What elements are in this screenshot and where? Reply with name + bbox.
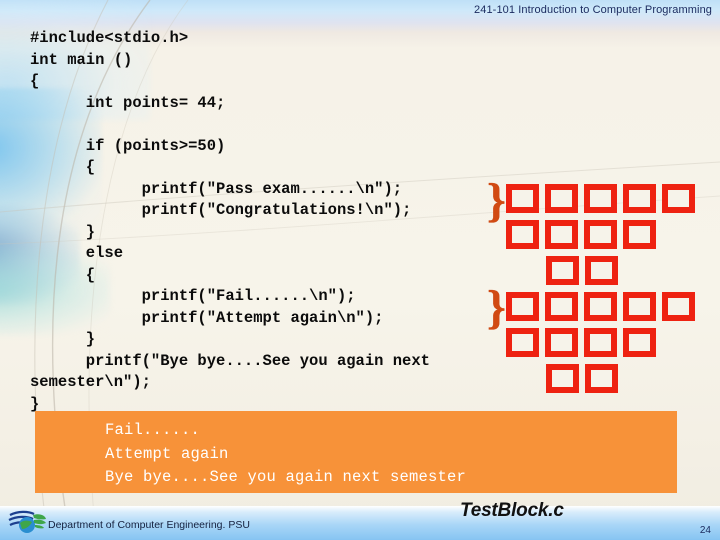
code-line: #include<stdio.h> <box>30 29 189 47</box>
code-line: int points= 44; <box>30 93 226 112</box>
missing-glyph-box <box>585 256 618 285</box>
code-line: semester\n"); <box>30 373 151 391</box>
code-line: else <box>30 244 124 262</box>
code-line: } <box>30 330 96 348</box>
missing-glyph-box <box>584 184 617 213</box>
missing-glyph-box <box>546 364 579 393</box>
missing-glyph-box <box>506 184 539 213</box>
missing-glyph-box <box>545 220 578 249</box>
missing-glyph-box <box>623 292 656 321</box>
code-line: printf("Pass exam......\n"); <box>30 179 403 198</box>
code-line: } <box>30 222 96 241</box>
glyph-box-row <box>506 184 695 220</box>
missing-glyph-box <box>662 184 695 213</box>
annotation-brace-bottom: } <box>487 281 506 334</box>
missing-glyph-box <box>545 292 578 321</box>
missing-glyph-box <box>623 328 656 357</box>
code-line: printf("Attempt again\n"); <box>30 308 384 327</box>
glyph-box-row <box>506 292 695 328</box>
console-output-line: Attempt again <box>105 444 229 463</box>
glyph-box-row <box>506 220 688 256</box>
footer-department-label: Department of Computer Engineering. PSU <box>48 519 250 531</box>
psu-globe-logo-icon <box>8 510 46 533</box>
missing-glyph-box <box>506 328 539 357</box>
glyph-box-row <box>506 364 688 400</box>
missing-glyph-box <box>546 256 579 285</box>
code-line: { <box>30 72 40 90</box>
console-output-line: Fail...... <box>105 421 201 439</box>
glyph-box-row <box>506 328 688 364</box>
missing-glyph-box <box>623 184 656 213</box>
missing-glyph-box <box>584 292 617 321</box>
console-output-line: Bye bye....See you again next semester <box>105 468 467 486</box>
code-line: { <box>30 265 96 284</box>
slide-canvas: 241-101 Introduction to Computer Program… <box>0 0 720 540</box>
missing-glyph-box <box>584 220 617 249</box>
missing-glyph-box <box>623 220 656 249</box>
missing-glyph-box <box>506 292 539 321</box>
missing-glyph-box <box>662 292 695 321</box>
course-header-title: 241-101 Introduction to Computer Program… <box>474 4 712 16</box>
missing-glyph-box <box>585 364 618 393</box>
program-output-console: Fail...... Attempt again Bye bye....See yo… <box>35 411 677 493</box>
slide-number-label: 24 <box>699 525 711 536</box>
code-line: int main () <box>30 50 133 69</box>
code-line: printf("Congratulations!\n"); <box>30 201 412 219</box>
missing-glyph-box <box>545 184 578 213</box>
annotation-glyph-boxes <box>506 184 695 400</box>
code-line: { <box>30 158 96 176</box>
missing-glyph-box <box>506 220 539 249</box>
missing-glyph-box <box>545 328 578 357</box>
glyph-box-row <box>506 256 688 292</box>
missing-glyph-box <box>584 328 617 357</box>
annotation-brace-top: } <box>487 174 506 227</box>
source-filename-label: TestBlock.c <box>460 500 564 521</box>
code-line: printf("Bye bye....See you again next <box>30 351 430 370</box>
code-listing: #include<stdio.h> int main () { int points… <box>30 28 530 415</box>
code-line: if (points>=50) <box>30 136 226 155</box>
code-line: printf("Fail......\n"); <box>30 287 356 305</box>
